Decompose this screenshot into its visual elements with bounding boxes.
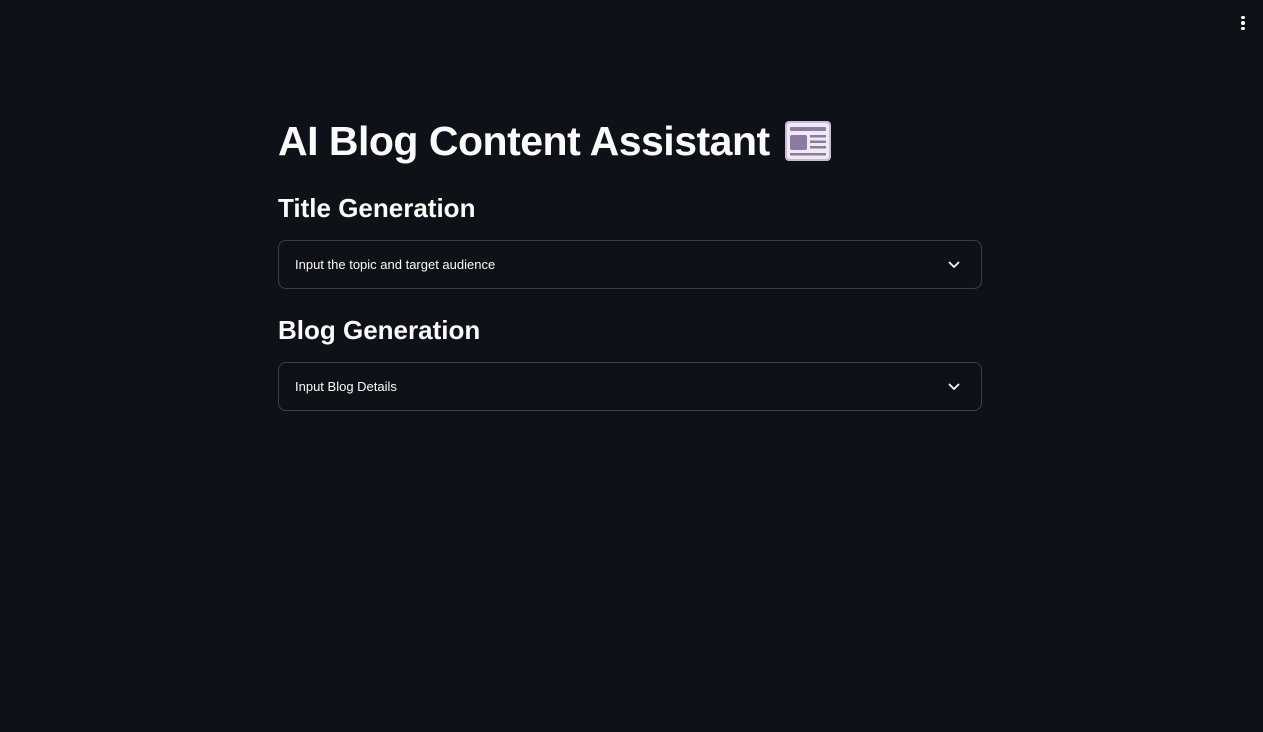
section-heading-title-generation: Title Generation: [278, 193, 476, 223]
expander-label: Input the topic and target audience: [295, 257, 496, 272]
expander-label: Input Blog Details: [295, 379, 397, 394]
expander-blog-details[interactable]: Input Blog Details: [278, 362, 982, 411]
vertical-ellipsis-icon: [1241, 15, 1245, 20]
page-title: AI Blog Content Assistant: [278, 118, 770, 164]
chevron-down-icon: [946, 379, 962, 395]
chevron-down-icon: [946, 257, 962, 273]
page-title-row: AI Blog Content Assistant: [278, 115, 832, 167]
newspaper-icon: [784, 120, 832, 162]
section-heading-blog-generation: Blog Generation: [278, 315, 481, 345]
ellipsis-dot: [1241, 21, 1245, 25]
main-menu-button[interactable]: [1233, 12, 1253, 34]
expander-topic-audience[interactable]: Input the topic and target audience: [278, 240, 982, 289]
app-root: AI Blog Content Assistant Title Generati…: [0, 0, 1263, 732]
ellipsis-dot: [1241, 26, 1245, 31]
